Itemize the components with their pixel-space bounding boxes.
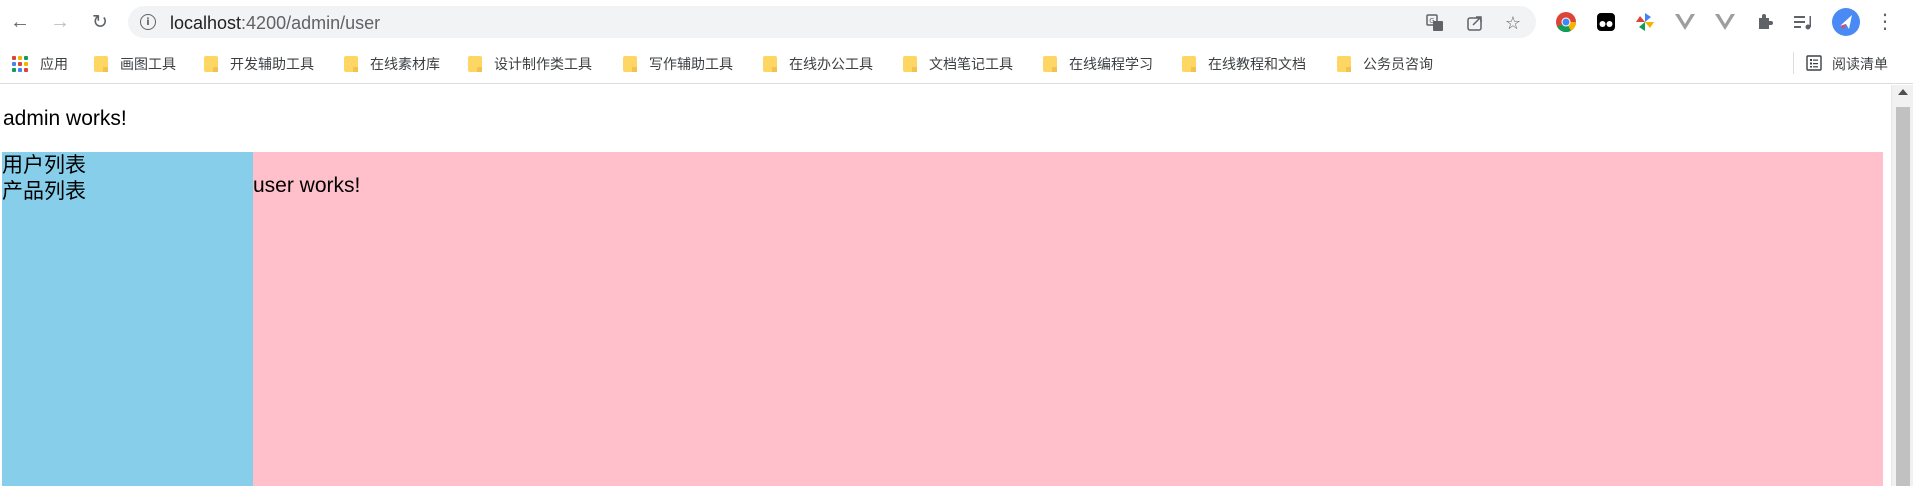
bookmark-folder[interactable]: 设计制作类工具 [468, 54, 592, 74]
pinwheel-icon[interactable] [1634, 11, 1656, 33]
bookmark-folder[interactable]: 开发辅助工具 [204, 54, 314, 74]
back-button[interactable]: ← [8, 10, 32, 34]
bookmark-label: 公务员咨询 [1363, 56, 1433, 72]
reading-list-icon [1806, 54, 1822, 74]
folder-icon [903, 56, 917, 72]
bookmark-star-icon[interactable]: ☆ [1504, 14, 1522, 32]
bookmark-label: 写作辅助工具 [649, 56, 733, 72]
bookmark-label: 在线教程和文档 [1208, 56, 1306, 72]
bookmark-folder[interactable]: 公务员咨询 [1337, 54, 1433, 74]
bookmarks-bar: 应用 画图工具 开发辅助工具 在线素材库 设计制作类工具 写作辅助工具 在线办公… [0, 44, 1913, 84]
apps-grid-icon [12, 56, 28, 72]
chrome-icon[interactable] [1555, 11, 1577, 33]
folder-icon [1043, 56, 1057, 72]
sidebar-link-user-list[interactable]: 用户列表 [2, 152, 253, 178]
share-icon[interactable] [1466, 14, 1484, 32]
scroll-up-arrow-icon[interactable] [1898, 89, 1908, 95]
bookmark-apps[interactable]: 应用 [12, 54, 68, 74]
media-controls-icon[interactable] [1792, 11, 1814, 33]
vue-devtools-icon[interactable] [1674, 11, 1696, 33]
site-info-icon[interactable]: i [140, 14, 156, 30]
folder-icon [623, 56, 637, 72]
folder-icon [468, 56, 482, 72]
admin-sidebar: 用户列表 产品列表 [2, 152, 253, 486]
bookmark-folder[interactable]: 写作辅助工具 [623, 54, 733, 74]
bookmark-folder[interactable]: 在线素材库 [344, 54, 440, 74]
bookmark-label: 文档笔记工具 [929, 56, 1013, 72]
vue-devtools-icon[interactable] [1714, 11, 1736, 33]
page-viewport: admin works! 用户列表 产品列表 user works! [0, 85, 1891, 486]
bookmark-label: 应用 [40, 56, 68, 72]
bookmark-label: 在线办公工具 [789, 56, 873, 72]
reload-icon: ↻ [92, 11, 108, 33]
bookmark-label: 在线编程学习 [1069, 56, 1153, 72]
address-bar[interactable]: i localhost:4200/admin/user G ☆ [128, 6, 1536, 38]
bookmark-folder[interactable]: 在线编程学习 [1043, 54, 1153, 74]
folder-icon [204, 56, 218, 72]
extensions-puzzle-icon[interactable] [1754, 11, 1776, 33]
url-path: :4200/admin/user [241, 13, 381, 33]
url-host: localhost [170, 13, 242, 33]
tampermonkey-icon[interactable] [1595, 11, 1617, 33]
reload-button[interactable]: ↻ [88, 10, 112, 34]
forward-button[interactable]: → [48, 10, 72, 34]
profile-avatar-icon[interactable] [1832, 8, 1860, 36]
arrow-left-icon: ← [10, 11, 30, 33]
svg-text:G: G [1429, 17, 1434, 25]
folder-icon [94, 56, 108, 72]
admin-main-content: user works! [253, 152, 1883, 486]
folder-icon [763, 56, 777, 72]
admin-works-text: admin works! [3, 107, 127, 130]
bookmark-label: 设计制作类工具 [494, 56, 592, 72]
user-works-text: user works! [253, 174, 361, 197]
bookmark-label: 在线素材库 [370, 56, 440, 72]
bookmarks-divider [1793, 52, 1794, 74]
more-menu-icon[interactable]: ⋮ [1874, 11, 1896, 33]
bookmark-folder[interactable]: 在线办公工具 [763, 54, 873, 74]
browser-toolbar: ← → ↻ i localhost:4200/admin/user G ☆ ⋮ [0, 0, 1913, 44]
page-scrollbar[interactable] [1891, 85, 1913, 486]
arrow-right-icon: → [50, 11, 70, 33]
folder-icon [1182, 56, 1196, 72]
reading-list-label: 阅读清单 [1832, 56, 1888, 72]
scrollbar-thumb[interactable] [1896, 107, 1910, 486]
reading-list-button[interactable]: 阅读清单 [1806, 54, 1888, 74]
bookmark-folder[interactable]: 在线教程和文档 [1182, 54, 1306, 74]
folder-icon [344, 56, 358, 72]
bookmark-folder[interactable]: 文档笔记工具 [903, 54, 1013, 74]
folder-icon [1337, 56, 1351, 72]
bookmark-label: 画图工具 [120, 56, 176, 72]
bookmark-label: 开发辅助工具 [230, 56, 314, 72]
bookmark-folder[interactable]: 画图工具 [94, 54, 176, 74]
sidebar-link-product-list[interactable]: 产品列表 [2, 178, 253, 204]
translate-icon[interactable]: G [1426, 14, 1444, 32]
url-text[interactable]: localhost:4200/admin/user [170, 13, 380, 34]
